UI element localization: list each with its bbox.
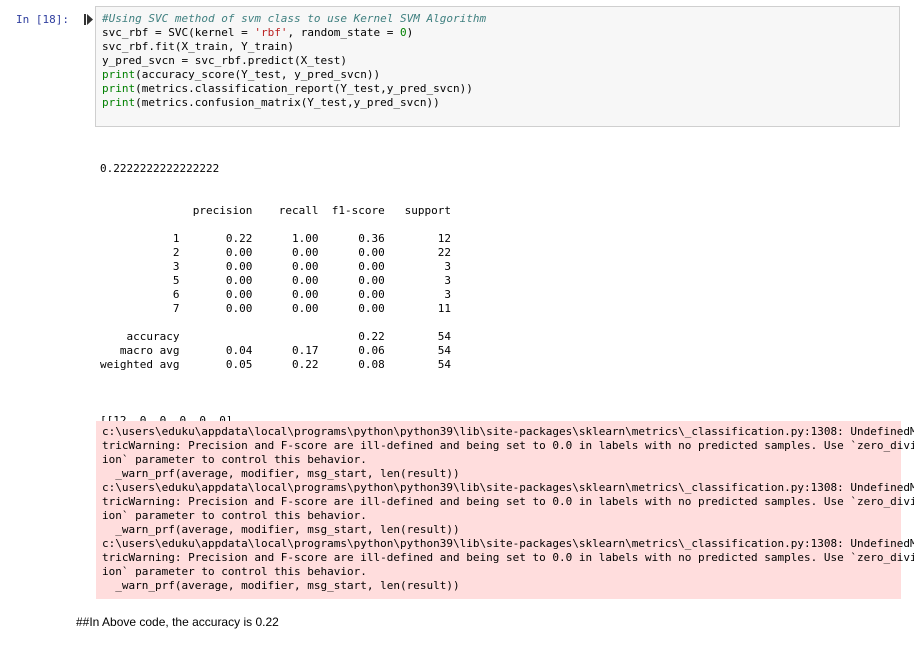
stderr-line: c:\users\eduku\appdata\local\programs\py… [102, 537, 914, 550]
report-line: 6 0.00 0.00 0.00 3 [100, 288, 451, 301]
stderr-line: tricWarning: Precision and F-score are i… [102, 551, 914, 564]
code-line: y_pred_svcn = svc_rbf.predict(X_test) [102, 54, 899, 68]
code-text: ) [406, 26, 414, 39]
markdown-cell: ##In Above code, the accuracy is 0.22 [76, 615, 279, 629]
stderr-line: _warn_prf(average, modifier, msg_start, … [102, 579, 460, 592]
code-keyword: print [102, 82, 136, 95]
accuracy-output: 0.2222222222222222 [100, 162, 220, 175]
stderr-output: c:\users\eduku\appdata\local\programs\py… [96, 421, 914, 599]
report-line: weighted avg 0.05 0.22 0.08 54 [100, 358, 451, 371]
code-text: , random_state = [287, 26, 401, 39]
code-string: 'rbf' [254, 26, 288, 39]
classification-report: precision recall f1-score support 1 0.22… [100, 204, 451, 386]
code-text: (metrics.classification_report(Y_test,y_… [135, 82, 473, 95]
report-line: 1 0.22 1.00 0.36 12 [100, 232, 451, 245]
stderr-line: tricWarning: Precision and F-score are i… [102, 439, 914, 452]
code-line: svc_rbf = SVC(kernel = 'rbf', random_sta… [102, 26, 899, 40]
code-text: (accuracy_score(Y_test, y_pred_svcn)) [135, 68, 381, 81]
code-keyword: print [102, 68, 136, 81]
input-prompt: In [18]: [16, 13, 69, 26]
stderr-line: _warn_prf(average, modifier, msg_start, … [102, 523, 460, 536]
code-text: svc_rbf = SVC(kernel = [102, 26, 255, 39]
code-line: print(metrics.classification_report(Y_te… [102, 82, 899, 96]
stderr-line: ion` parameter to control this behavior. [102, 509, 367, 522]
stderr-line: c:\users\eduku\appdata\local\programs\py… [102, 481, 914, 494]
stderr-line: _warn_prf(average, modifier, msg_start, … [102, 467, 460, 480]
report-line: 3 0.00 0.00 0.00 3 [100, 260, 451, 273]
code-line: svc_rbf.fit(X_train, Y_train) [102, 40, 899, 54]
code-comment: #Using SVC method of svm class to use Ke… [102, 12, 487, 25]
code-line: #Using SVC method of svm class to use Ke… [102, 12, 899, 26]
stderr-line: ion` parameter to control this behavior. [102, 565, 367, 578]
stderr-line: c:\users\eduku\appdata\local\programs\py… [102, 425, 914, 438]
code-number: 0 [400, 26, 407, 39]
code-text: y_pred_svcn = svc_rbf.predict(X_test) [102, 54, 348, 67]
report-line [100, 316, 451, 330]
code-text: (metrics.confusion_matrix(Y_test,y_pred_… [135, 96, 440, 109]
report-line: macro avg 0.04 0.17 0.06 54 [100, 344, 451, 357]
code-keyword: print [102, 96, 136, 109]
code-text: svc_rbf.fit(X_train, Y_train) [102, 40, 295, 53]
report-line: 2 0.00 0.00 0.00 22 [100, 246, 451, 259]
run-cell-icon[interactable] [84, 13, 94, 26]
report-line: precision recall f1-score support [100, 204, 451, 217]
report-line: 5 0.00 0.00 0.00 3 [100, 274, 451, 287]
code-line: print(metrics.confusion_matrix(Y_test,y_… [102, 96, 899, 110]
report-line: accuracy 0.22 54 [100, 330, 451, 343]
report-line [100, 218, 451, 232]
stderr-line: ion` parameter to control this behavior. [102, 453, 367, 466]
code-editor[interactable]: #Using SVC method of svm class to use Ke… [95, 6, 900, 127]
report-line [100, 372, 451, 386]
report-line: 7 0.00 0.00 0.00 11 [100, 302, 451, 315]
code-line: print(accuracy_score(Y_test, y_pred_svcn… [102, 68, 899, 82]
stderr-line: tricWarning: Precision and F-score are i… [102, 495, 914, 508]
